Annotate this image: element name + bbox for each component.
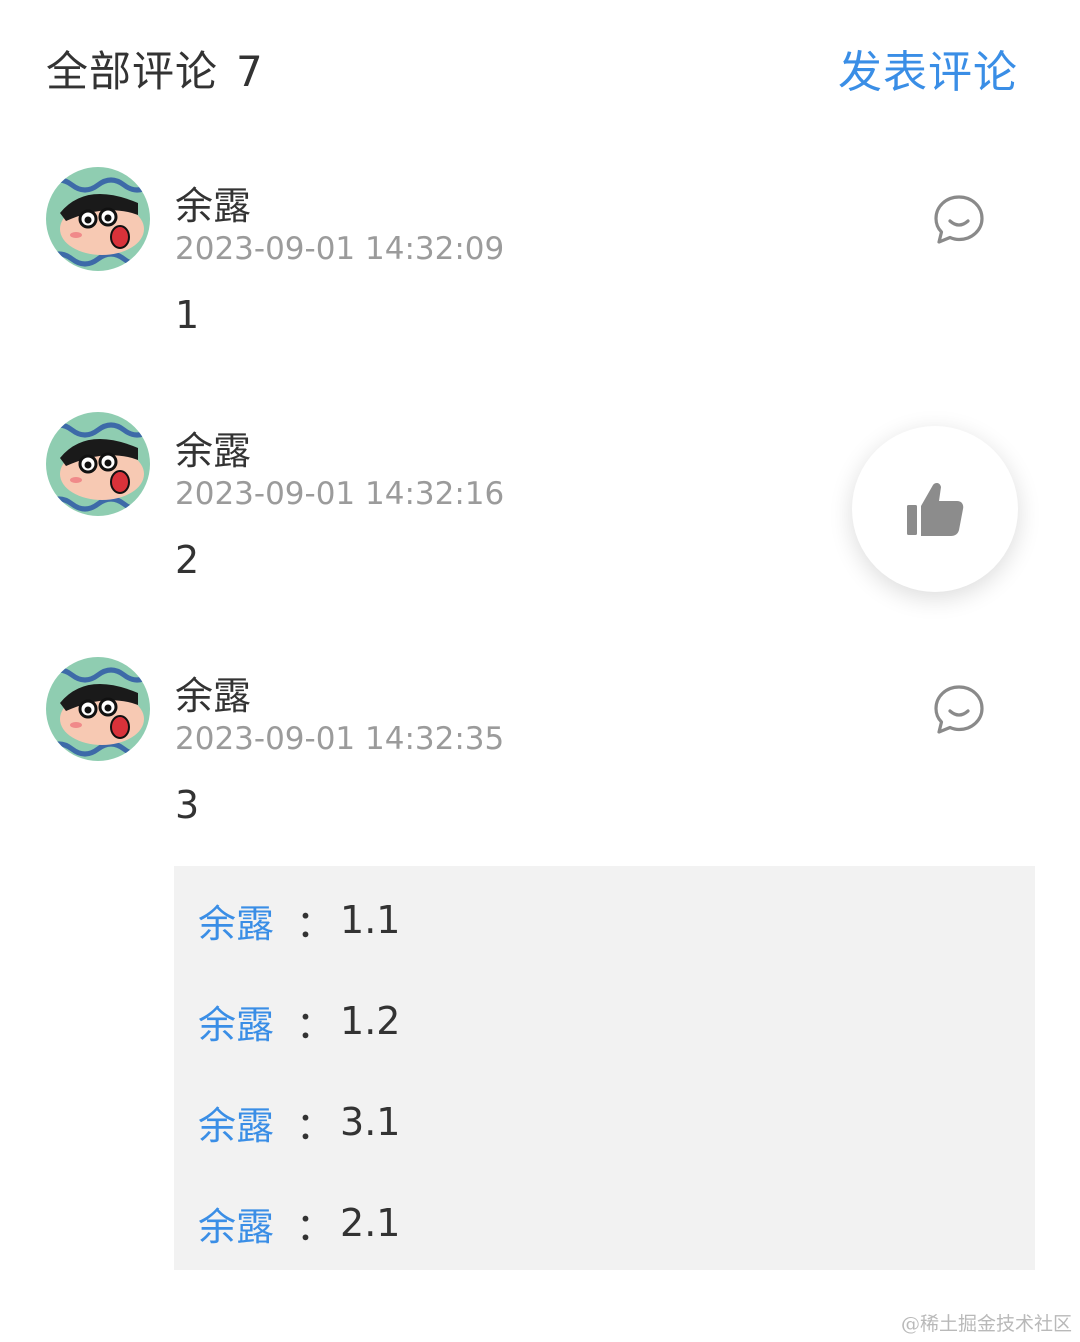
comments-title-label: 全部评论: [46, 46, 219, 96]
reply-item[interactable]: 余露 ： 2.1: [198, 1196, 401, 1251]
reply-separator: ：: [296, 901, 335, 946]
reply-text: 1.1: [340, 898, 401, 942]
reply-text: 1.2: [340, 999, 401, 1043]
thumbs-up-icon: [907, 482, 964, 536]
comments-header: 全部评论 7 发表评论: [46, 36, 1018, 100]
comment-item: 余露 2023-09-01 14:32:35 3: [46, 657, 1034, 837]
reply-item[interactable]: 余露 ： 3.1: [198, 1095, 401, 1150]
watermark: @稀土掘金技术社区: [900, 1313, 1072, 1335]
comment-bubble-icon[interactable]: [932, 193, 986, 247]
reply-author[interactable]: 余露: [198, 893, 274, 948]
like-button[interactable]: [852, 426, 1018, 592]
comment-time: 2023-09-01 14:32:16: [175, 476, 505, 512]
avatar[interactable]: [46, 657, 150, 761]
comment-content: 2: [175, 538, 200, 582]
reply-author[interactable]: 余露: [198, 994, 274, 1049]
reply-list: 余露： 1.1 余露： 1.2 余露： 3.1 余露： 2.1: [174, 866, 1035, 1270]
comment-author[interactable]: 余露: [175, 175, 251, 230]
reply-separator: ：: [296, 1103, 335, 1148]
reply-separator: ：: [296, 1204, 335, 1249]
comment-bubble-icon[interactable]: [932, 683, 986, 737]
comment-author[interactable]: 余露: [175, 420, 251, 475]
comments-title: 全部评论 7: [46, 38, 264, 99]
reply-separator: ：: [296, 1002, 335, 1047]
avatar[interactable]: [46, 167, 150, 271]
reply-item[interactable]: 余露 ： 1.2: [198, 994, 401, 1049]
avatar[interactable]: [46, 412, 150, 516]
comment-content: 3: [175, 783, 200, 827]
reply-text: 3.1: [340, 1100, 401, 1144]
comment-content: 1: [175, 293, 200, 337]
reply-item[interactable]: 余露 ： 1.1: [198, 893, 401, 948]
comment-author[interactable]: 余露: [175, 665, 251, 720]
reply-author[interactable]: 余露: [198, 1196, 274, 1251]
comment-item: 余露 2023-09-01 14:32:09 1: [46, 167, 1034, 347]
reply-text: 2.1: [340, 1201, 401, 1245]
comment-time: 2023-09-01 14:32:35: [175, 721, 505, 757]
comments-count: 7: [236, 46, 264, 96]
post-comment-button[interactable]: 发表评论: [838, 36, 1018, 100]
comment-time: 2023-09-01 14:32:09: [175, 231, 505, 267]
reply-author[interactable]: 余露: [198, 1095, 274, 1150]
